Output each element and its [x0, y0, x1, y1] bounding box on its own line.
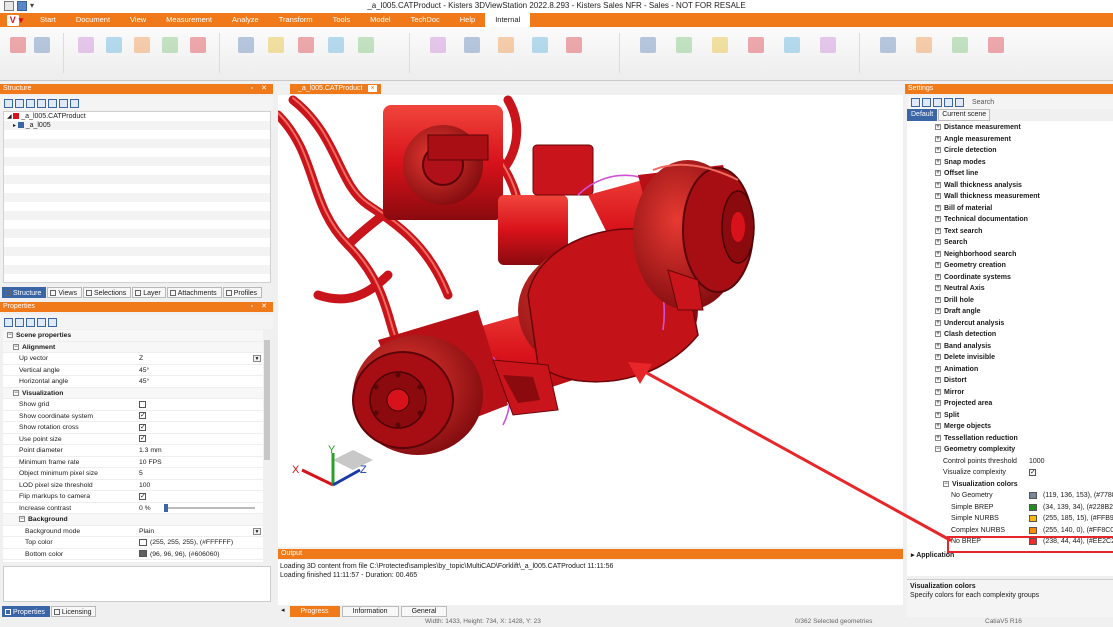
- annotation-arrow: [628, 362, 952, 542]
- status-dimensions: Width: 1433, Height: 734, X: 1428, Y: 23: [425, 618, 541, 625]
- status-version: CatiaV5 R16: [985, 618, 1022, 625]
- status-selection: 0/362 Selected geometries: [795, 618, 873, 625]
- status-bar: Width: 1433, Height: 734, X: 1428, Y: 23…: [0, 617, 1113, 627]
